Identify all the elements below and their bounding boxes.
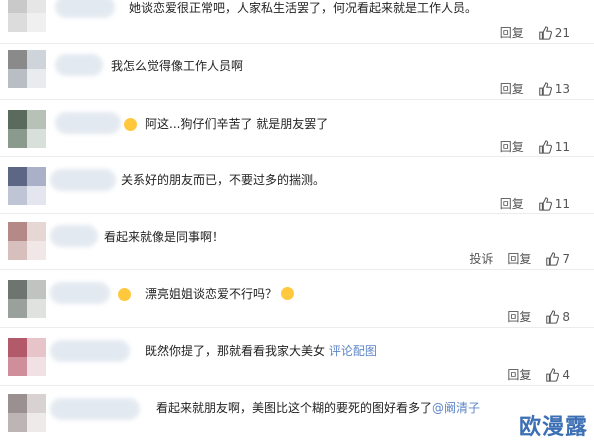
- comment-item: 我怎么觉得像工作人员啊 回复 13: [0, 44, 594, 100]
- thumbs-up-icon: [538, 81, 552, 96]
- like-button[interactable]: 11: [538, 197, 570, 211]
- watermark-logo: 欧漫露: [518, 415, 588, 440]
- username-blurred[interactable]: [50, 340, 130, 362]
- like-count: 13: [554, 81, 570, 96]
- like-button[interactable]: 13: [538, 82, 570, 96]
- emoji-icon: [280, 287, 294, 300]
- report-button[interactable]: 投诉: [469, 250, 493, 267]
- thumbs-up-icon: [538, 196, 552, 211]
- reply-button[interactable]: 回复: [500, 24, 524, 41]
- username-blurred[interactable]: [50, 225, 98, 247]
- reply-button[interactable]: 回复: [507, 308, 531, 325]
- username-blurred[interactable]: [50, 169, 116, 191]
- like-button[interactable]: 8: [545, 310, 570, 324]
- avatar[interactable]: [8, 280, 46, 318]
- comment-text: 阿这...狗仔们辛苦了 就是朋友罢了: [145, 117, 329, 131]
- reply-button[interactable]: 回复: [500, 80, 524, 97]
- avatar[interactable]: [8, 338, 46, 376]
- like-count: 11: [554, 196, 570, 211]
- comment-text: 我怎么觉得像工作人员啊: [111, 59, 244, 73]
- emoji-icon: [118, 288, 131, 301]
- like-button[interactable]: 4: [545, 368, 570, 382]
- avatar[interactable]: [8, 167, 46, 205]
- like-button[interactable]: 7: [545, 252, 570, 266]
- username-blurred[interactable]: [50, 282, 110, 304]
- comment-item: 阿这...狗仔们辛苦了 就是朋友罢了 回复 11: [0, 100, 594, 157]
- avatar[interactable]: [8, 110, 46, 148]
- avatar[interactable]: [8, 50, 46, 88]
- avatar[interactable]: [8, 394, 46, 432]
- like-count: 8: [562, 309, 570, 324]
- thumbs-up-icon: [538, 25, 552, 40]
- comment-text: 看起来就像是同事啊！: [104, 230, 225, 244]
- username-blurred[interactable]: [55, 54, 103, 76]
- thumbs-up-icon: [538, 139, 552, 154]
- comment-text: 她谈恋爱很正常吧，人家私生活罢了，何况看起来就是工作人员。: [129, 1, 478, 15]
- like-count: 21: [554, 25, 570, 40]
- comment-text: 漂亮姐姐谈恋爱不行吗？: [145, 286, 294, 302]
- like-button[interactable]: 21: [538, 26, 570, 40]
- avatar[interactable]: [8, 0, 46, 32]
- comment-item: 关系好的朋友而已，不要过多的揣测。 回复 11: [0, 157, 594, 214]
- reply-button[interactable]: 回复: [500, 138, 524, 155]
- reply-button[interactable]: 回复: [500, 195, 524, 212]
- thumbs-up-icon: [546, 309, 560, 324]
- thumbs-up-icon: [546, 367, 560, 382]
- mention-link[interactable]: @阚清子: [432, 401, 480, 415]
- thumbs-up-icon: [546, 251, 560, 266]
- comment-item: 既然你提了，那就看看我家大美女 评论配图 回复 4: [0, 328, 594, 386]
- username-blurred[interactable]: [50, 398, 140, 420]
- like-count: 11: [554, 139, 570, 154]
- comment-text: 看起来就朋友啊，美图比这个糊的要死的图好看多了@阚清子: [156, 401, 481, 415]
- image-link[interactable]: 评论配图: [329, 344, 377, 358]
- avatar[interactable]: [8, 222, 46, 260]
- comment-item: 看起来就像是同事啊！ 投诉 回复 7: [0, 214, 594, 270]
- like-button[interactable]: 11: [538, 140, 570, 154]
- comment-item: 漂亮姐姐谈恋爱不行吗？ 回复 8: [0, 270, 594, 328]
- reply-button[interactable]: 回复: [507, 250, 531, 267]
- username-blurred[interactable]: [55, 0, 115, 18]
- reply-button[interactable]: 回复: [507, 366, 531, 383]
- comment-text: 既然你提了，那就看看我家大美女 评论配图: [145, 344, 377, 358]
- like-count: 7: [562, 251, 570, 266]
- username-blurred[interactable]: [55, 112, 121, 134]
- comment-text: 关系好的朋友而已，不要过多的揣测。: [121, 173, 326, 187]
- like-count: 4: [562, 367, 570, 382]
- comment-item: 看起来就朋友啊，美图比这个糊的要死的图好看多了@阚清子: [0, 386, 594, 445]
- emoji-icon: [124, 118, 137, 131]
- comment-item: 她谈恋爱很正常吧，人家私生活罢了，何况看起来就是工作人员。 回复 21: [0, 0, 594, 44]
